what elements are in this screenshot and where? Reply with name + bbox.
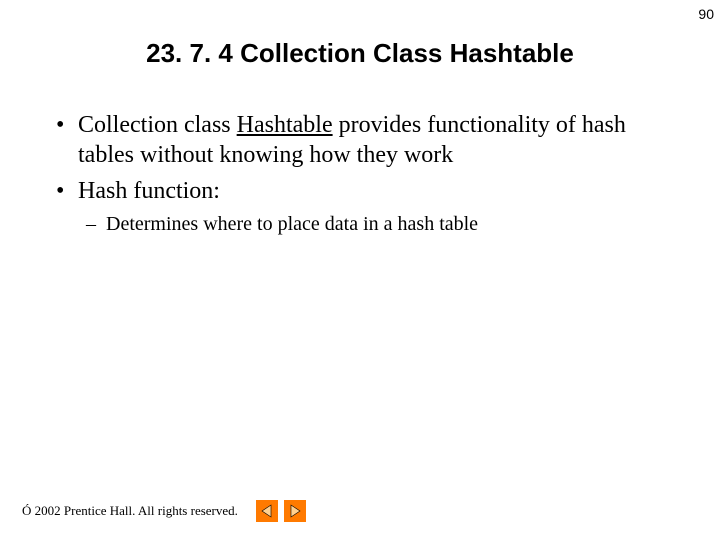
slide: 90 23. 7. 4 Collection Class Hashtable C… — [0, 0, 720, 540]
copyright-text: Ó 2002 Prentice Hall. All rights reserve… — [22, 503, 238, 519]
bullet-text-pre: Collection class — [78, 112, 237, 138]
bullet-item-2: Hash function: — [50, 176, 670, 206]
slide-title: 23. 7. 4 Collection Class Hashtable — [0, 38, 720, 69]
bullet-item-1: Collection class Hashtable provides func… — [50, 110, 670, 170]
bullet-text-underlined: Hashtable — [237, 112, 333, 138]
page-number: 90 — [698, 6, 714, 22]
sub-bullet-item-1: Determines where to place data in a hash… — [50, 212, 670, 237]
bullet-text: Hash function: — [78, 178, 220, 204]
slide-footer: Ó 2002 Prentice Hall. All rights reserve… — [22, 500, 306, 522]
nav-buttons — [256, 500, 306, 522]
prev-button[interactable] — [256, 500, 278, 522]
slide-body: Collection class Hashtable provides func… — [50, 110, 670, 237]
sub-bullet-text: Determines where to place data in a hash… — [106, 213, 478, 235]
next-button[interactable] — [284, 500, 306, 522]
triangle-right-icon — [288, 504, 302, 518]
triangle-left-icon — [260, 504, 274, 518]
